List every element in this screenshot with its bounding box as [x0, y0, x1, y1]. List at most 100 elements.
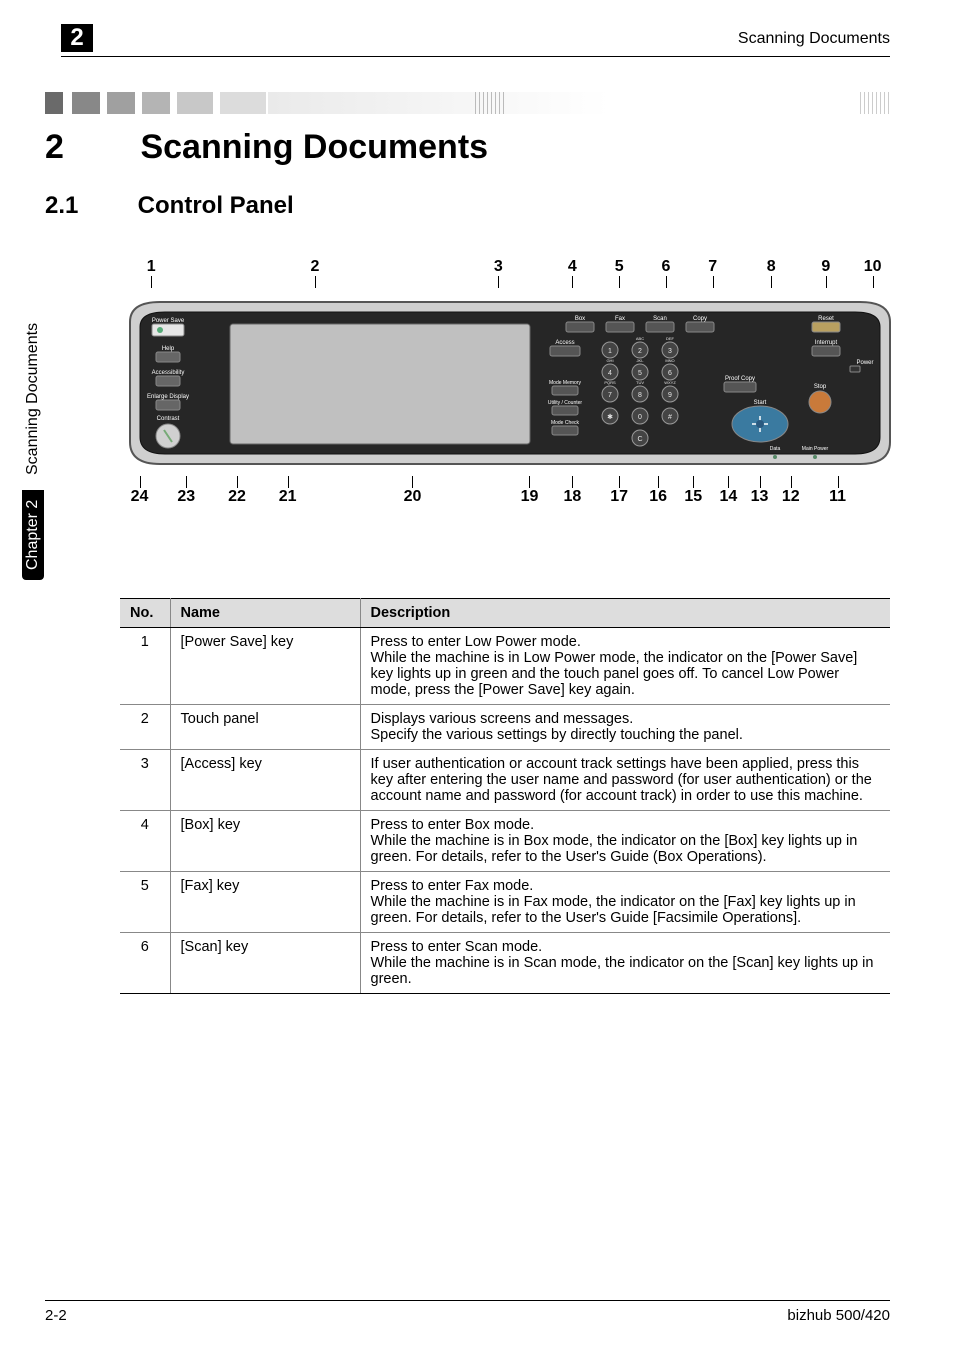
callout-bottom-18: 18 — [549, 488, 596, 506]
btn-access-label: Access — [555, 340, 574, 346]
th-desc: Description — [360, 599, 890, 628]
heading-2: 2.1 Control Panel — [45, 192, 294, 220]
cell-no: 4 — [120, 811, 170, 872]
svg-text:2: 2 — [638, 348, 642, 355]
cell-name: [Power Save] key — [170, 628, 360, 705]
btn-accessibility-label: Accessibility — [152, 370, 185, 376]
cell-desc: Press to enter Low Power mode.While the … — [360, 628, 890, 705]
heading-1-number: 2 — [45, 128, 131, 167]
callout-bottom-16: 16 — [643, 488, 674, 506]
svg-text:JKL: JKL — [637, 358, 645, 363]
footer-model: bizhub 500/420 — [787, 1307, 890, 1324]
cell-desc: Press to enter Box mode.While the machin… — [360, 811, 890, 872]
table-row: 4[Box] keyPress to enter Box mode.While … — [120, 811, 890, 872]
cell-no: 5 — [120, 872, 170, 933]
callout-top-5: 5 — [596, 258, 643, 276]
callout-bottom-17: 17 — [596, 488, 643, 506]
btn-start-label: Start — [754, 400, 767, 406]
callout-bottom-19: 19 — [510, 488, 549, 506]
callout-bottom-11: 11 — [806, 488, 868, 506]
callout-bottom-13: 13 — [744, 488, 775, 506]
callout-bottom-15: 15 — [674, 488, 713, 506]
sidebar-label: Chapter 2 Scanning Documents — [22, 180, 50, 580]
svg-text:3: 3 — [668, 348, 672, 355]
callout-top-10: 10 — [845, 258, 900, 276]
sidebar-section-title: Scanning Documents — [22, 323, 44, 485]
svg-text:WXYZ: WXYZ — [664, 380, 676, 385]
btn-copy-label: Copy — [693, 316, 707, 322]
control-panel-table: No. Name Description 1[Power Save] keyPr… — [120, 598, 890, 994]
svg-text:0: 0 — [638, 414, 642, 421]
svg-text:MNO: MNO — [665, 358, 674, 363]
btn-proof-label: Proof Copy — [725, 376, 755, 382]
svg-text:✱: ✱ — [607, 413, 613, 421]
page-footer: 2-2 bizhub 500/420 — [45, 1300, 890, 1324]
lbl-mainpower: Main Power — [802, 446, 829, 452]
btn-box-label: Box — [575, 316, 585, 322]
th-no: No. — [120, 599, 170, 628]
cell-name: [Scan] key — [170, 933, 360, 994]
svg-text:DEF: DEF — [666, 336, 675, 341]
table-row: 3[Access] keyIf user authentication or a… — [120, 750, 890, 811]
cell-no: 6 — [120, 933, 170, 994]
th-name: Name — [170, 599, 360, 628]
btn-reset-label: Reset — [818, 316, 834, 322]
btn-contrast-label: Contrast — [157, 416, 180, 422]
btn-utility-label: Utility / Counter — [548, 400, 583, 406]
cell-desc: Press to enter Scan mode.While the machi… — [360, 933, 890, 994]
btn-enlarge-label: Enlarge Display — [147, 394, 189, 400]
svg-text:ABC: ABC — [636, 336, 644, 341]
btn-modecheck-label: Mode Check — [551, 420, 580, 426]
cell-no: 1 — [120, 628, 170, 705]
cell-name: [Access] key — [170, 750, 360, 811]
heading-decoration — [45, 92, 890, 114]
btn-scan-label: Scan — [653, 316, 667, 322]
heading-1-text: Scanning Documents — [140, 128, 488, 166]
callout-bottom-23: 23 — [159, 488, 214, 506]
heading-1: 2 Scanning Documents — [45, 128, 488, 167]
table-row: 5[Fax] keyPress to enter Fax mode.While … — [120, 872, 890, 933]
chapter-number-box: 2 — [61, 24, 93, 52]
callout-bottom-14: 14 — [713, 488, 744, 506]
cell-name: [Fax] key — [170, 872, 360, 933]
callout-top-8: 8 — [736, 258, 806, 276]
callout-bottom-21: 21 — [260, 488, 315, 506]
svg-text:GHI: GHI — [606, 358, 613, 363]
cell-name: [Box] key — [170, 811, 360, 872]
svg-text:6: 6 — [668, 370, 672, 377]
cell-desc: Displays various screens and messages.Sp… — [360, 705, 890, 750]
callout-bottom-12: 12 — [775, 488, 806, 506]
svg-text:C: C — [637, 436, 642, 443]
btn-power-label: Power — [856, 360, 873, 366]
header-rule — [61, 56, 890, 57]
heading-2-text: Control Panel — [138, 192, 294, 219]
header-title: Scanning Documents — [738, 30, 890, 48]
callout-top-1: 1 — [120, 258, 182, 276]
btn-power-save-label: Power Save — [152, 318, 185, 324]
svg-text:8: 8 — [638, 392, 642, 399]
footer-page-number: 2-2 — [45, 1307, 67, 1324]
table-row: 2Touch panelDisplays various screens and… — [120, 705, 890, 750]
cell-no: 3 — [120, 750, 170, 811]
control-panel-figure: 12345678910 Power Save Help Accessibilit… — [120, 258, 900, 506]
svg-text:7: 7 — [608, 392, 612, 399]
btn-interrupt-label: Interrupt — [815, 340, 838, 346]
cell-desc: If user authentication or account track … — [360, 750, 890, 811]
cell-desc: Press to enter Fax mode.While the machin… — [360, 872, 890, 933]
svg-text:1: 1 — [608, 348, 612, 355]
svg-text:PQRS: PQRS — [604, 380, 616, 385]
callout-top-4: 4 — [549, 258, 596, 276]
callout-top-2: 2 — [182, 258, 447, 276]
btn-modememory-label: Mode Memory — [549, 380, 581, 386]
control-panel-diagram: Power Save Help Accessibility Enlarge Di… — [120, 292, 900, 472]
lbl-data: Data — [770, 446, 781, 452]
svg-text:9: 9 — [668, 392, 672, 399]
cell-name: Touch panel — [170, 705, 360, 750]
callout-top-9: 9 — [806, 258, 845, 276]
svg-text:TUV: TUV — [636, 380, 644, 385]
table-row: 1[Power Save] keyPress to enter Low Powe… — [120, 628, 890, 705]
btn-fax-label: Fax — [615, 316, 625, 322]
callout-top-3: 3 — [448, 258, 549, 276]
cell-no: 2 — [120, 705, 170, 750]
heading-2-number: 2.1 — [45, 192, 131, 220]
